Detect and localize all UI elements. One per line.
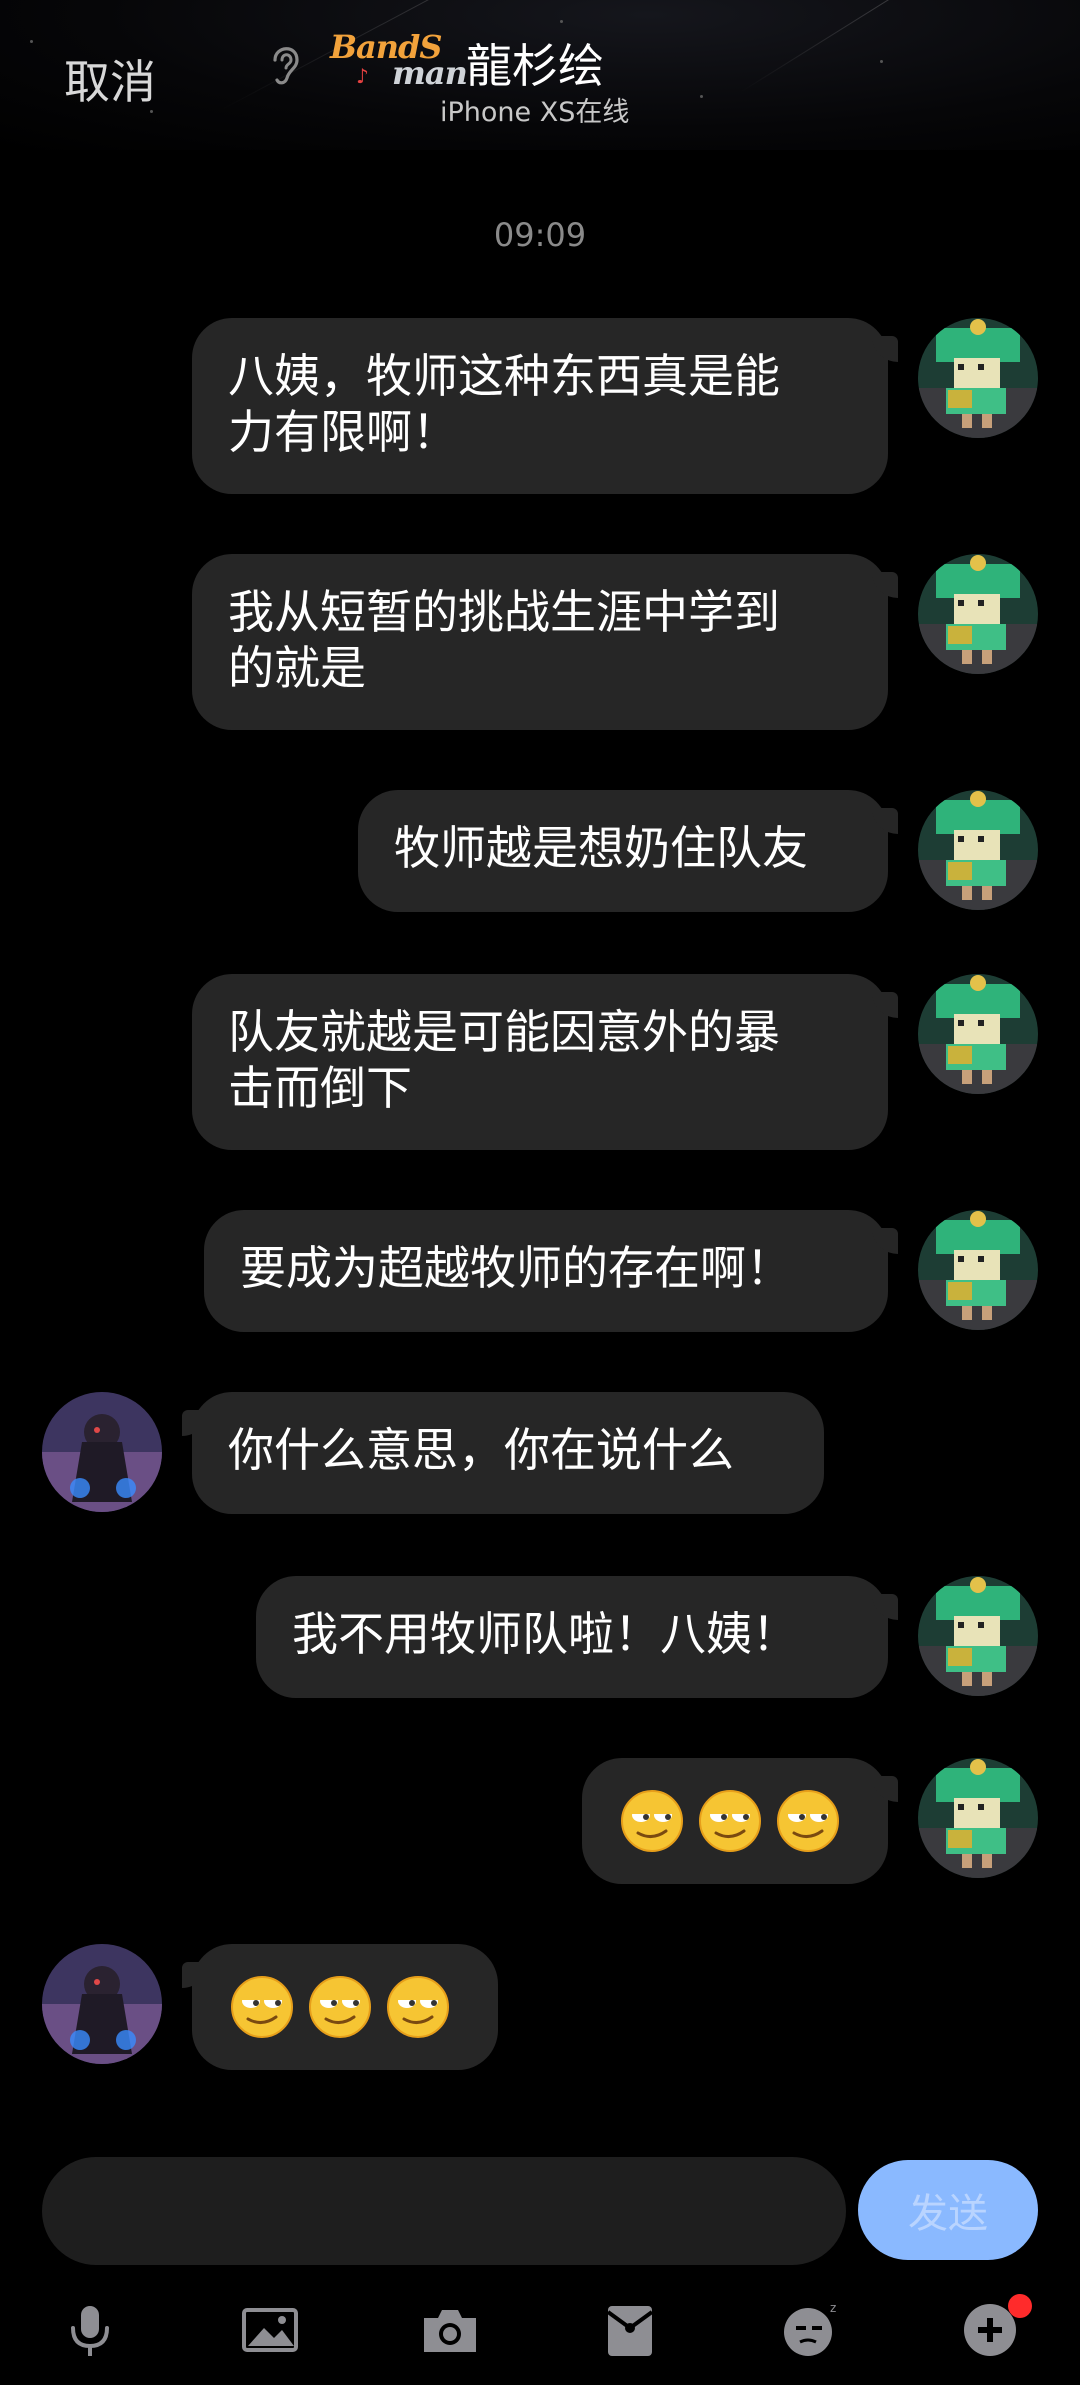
message-line: 队友就越是可能因意外的暴 [228,1005,780,1059]
cancel-button[interactable]: 取消 [64,46,156,112]
ear-icon[interactable] [265,38,307,88]
online-status: iPhone XS在线 [440,97,630,128]
smirk-emoji-icon [387,1976,449,2038]
chat-header: 取消 BandS ♪ man 龍杉绘 iPhone XS在线 [0,0,1080,150]
my-avatar[interactable] [918,1576,1038,1696]
camera-icon[interactable] [418,2298,482,2362]
my-avatar[interactable] [918,974,1038,1094]
my-avatar[interactable] [918,1210,1038,1330]
svg-text:z: z [830,2301,836,2315]
message-line: 要成为超越牧师的存在啊！ [240,1241,792,1295]
background-streak [739,0,893,93]
smirk-emoji-icon [777,1790,839,1852]
my-avatar[interactable] [918,1758,1038,1878]
message-bubble[interactable]: 你什么意思，你在说什么 [182,1392,824,1514]
smirk-emoji-icon [231,1976,293,2038]
background-star [880,60,883,63]
my-avatar[interactable] [918,790,1038,910]
send-button[interactable]: 发送 [858,2160,1038,2260]
notification-dot [1008,2294,1032,2318]
message-line: 的就是 [228,641,366,695]
message-line: 我不用牧师队啦！八姨！ [292,1607,798,1661]
message-line: 你什么意思，你在说什么 [228,1423,734,1477]
background-star [560,20,563,23]
message-input[interactable] [42,2157,846,2265]
image-icon[interactable] [238,2298,302,2362]
music-note-icon: ♪ [356,64,369,88]
my-avatar[interactable] [918,318,1038,438]
smirk-emoji-icon [309,1976,371,2038]
microphone-icon[interactable] [58,2298,122,2362]
badge-text-bottom: man [392,54,468,92]
contact-avatar[interactable] [42,1392,162,1512]
smirk-emoji-icon [699,1790,761,1852]
message-line: 牧师越是想奶住队友 [394,821,808,875]
message-line: 力有限啊！ [228,405,458,459]
member-badge: BandS ♪ man [326,24,468,92]
emoji-face-icon[interactable]: z [778,2298,842,2362]
input-toolbar: z [0,2280,1080,2380]
message-line: 八姨，牧师这种东西真是能 [228,349,780,403]
smirk-emoji-icon [621,1790,683,1852]
contact-name[interactable]: 龍杉绘 [466,30,604,96]
emoji-message-bubble[interactable] [582,1758,898,1884]
message-bubble[interactable]: 队友就越是可能因意外的暴 击而倒下 [192,974,898,1150]
message-line: 我从短暂的挑战生涯中学到 [228,585,780,639]
message-bubble[interactable]: 八姨，牧师这种东西真是能 力有限啊！ [192,318,898,494]
message-timestamp: 09:09 [493,216,587,254]
message-bubble[interactable]: 我不用牧师队啦！八姨！ [256,1576,898,1698]
message-bubble[interactable]: 我从短暂的挑战生涯中学到 的就是 [192,554,898,730]
background-star [700,95,703,98]
message-line: 击而倒下 [228,1061,412,1115]
my-avatar[interactable] [918,554,1038,674]
emoji-message-bubble[interactable] [182,1944,498,2070]
message-bubble[interactable]: 牧师越是想奶住队友 [358,790,898,912]
background-star [30,40,33,43]
contact-avatar[interactable] [42,1944,162,2064]
red-packet-icon[interactable] [598,2298,662,2362]
message-bubble[interactable]: 要成为超越牧师的存在啊！ [204,1210,898,1332]
